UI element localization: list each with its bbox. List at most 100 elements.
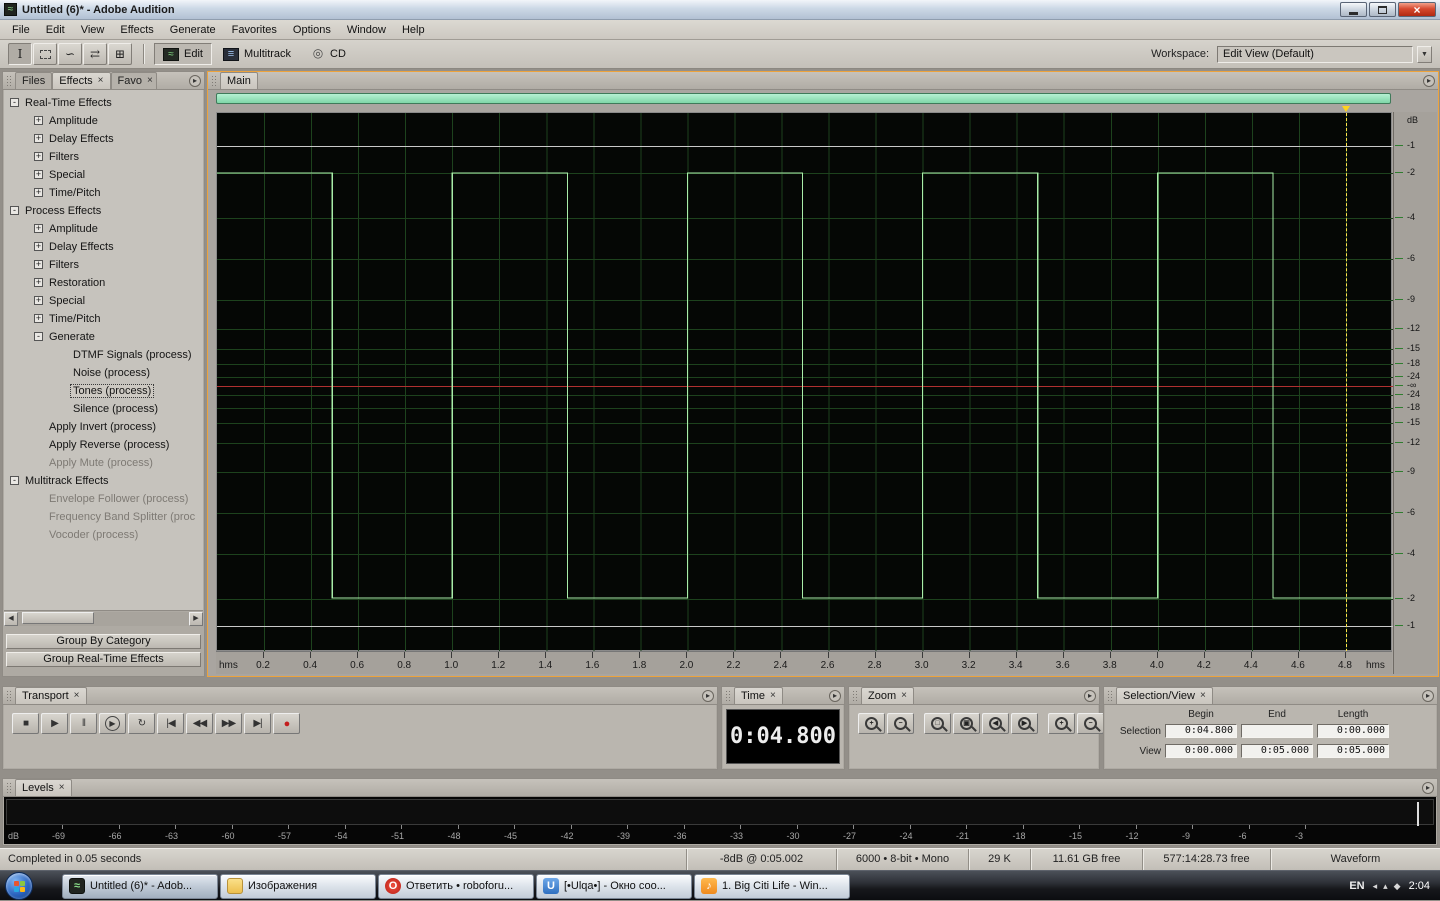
menu-item-generate[interactable]: Generate <box>162 22 224 38</box>
expand-icon[interactable]: + <box>34 188 43 197</box>
selection-length-field[interactable]: 0:00.000 <box>1317 724 1389 738</box>
tree-item[interactable]: Noise (process) <box>4 364 203 382</box>
close-tab-icon[interactable]: × <box>147 76 153 86</box>
waveform-display[interactable] <box>216 112 1392 651</box>
horizontal-zoom-bar[interactable] <box>216 93 1391 104</box>
tree-item[interactable]: Envelope Follower (process) <box>4 490 203 508</box>
collapse-icon[interactable]: - <box>10 98 19 107</box>
zoom-out-vertical-button[interactable]: − <box>1077 713 1104 734</box>
expand-icon[interactable]: + <box>34 134 43 143</box>
expand-icon[interactable]: + <box>34 314 43 323</box>
expand-icon[interactable]: + <box>34 242 43 251</box>
close-panel-icon[interactable]: × <box>59 783 65 793</box>
menu-item-window[interactable]: Window <box>339 22 394 38</box>
tree-item[interactable]: Tones (process) <box>4 382 203 400</box>
group-by-category-button[interactable]: Group By Category <box>6 634 201 649</box>
db-ruler[interactable]: dB-1-2-4-6-9-12-15-18-24-∞-24-18-15-12-9… <box>1393 112 1437 674</box>
lasso-selection-tool[interactable]: ∽ <box>58 43 82 65</box>
selection-begin-field[interactable]: 0:04.800 <box>1165 724 1237 738</box>
zoom-in-horizontal-button[interactable]: + <box>858 713 885 734</box>
start-button[interactable] <box>5 872 33 900</box>
marquee-selection-tool[interactable] <box>33 43 57 65</box>
expand-icon[interactable]: + <box>34 260 43 269</box>
view-length-field[interactable]: 0:05.000 <box>1317 744 1389 758</box>
tree-item[interactable]: Frequency Band Splitter (proc <box>4 508 203 526</box>
tree-item[interactable]: +Special <box>4 166 203 184</box>
play-button[interactable]: ▶ <box>41 713 68 734</box>
selection-end-field[interactable] <box>1241 724 1313 738</box>
tree-item[interactable]: +Filters <box>4 256 203 274</box>
tab-effects[interactable]: Effects× <box>52 72 110 89</box>
go-to-beginning-button[interactable]: |◀ <box>157 713 184 734</box>
tree-item[interactable]: Apply Mute (process) <box>4 454 203 472</box>
zoom-full-button[interactable]: □ <box>924 713 951 734</box>
play-from-cursor-button[interactable]: ▶ <box>99 713 126 734</box>
taskbar-button[interactable]: Изображения <box>220 874 376 899</box>
stop-button[interactable]: ■ <box>12 713 39 734</box>
collapse-icon[interactable]: - <box>10 476 19 485</box>
panel-grip[interactable] <box>1107 690 1114 702</box>
taskbar-button[interactable]: U[•Ulqa•] - Окно соо... <box>536 874 692 899</box>
panel-menu-button[interactable]: ▸ <box>1422 690 1434 702</box>
taskbar-button[interactable]: OОтветить • roboforu... <box>378 874 534 899</box>
group-real-time-effects-button[interactable]: Group Real-Time Effects <box>6 652 201 667</box>
tree-item[interactable]: +Time/Pitch <box>4 310 203 328</box>
collapse-icon[interactable]: - <box>10 206 19 215</box>
panel-menu-button[interactable]: ▸ <box>1422 782 1434 794</box>
workspace-dropdown[interactable]: Edit View (Default) <box>1217 46 1413 63</box>
tree-item[interactable]: -Multitrack Effects <box>4 472 203 490</box>
tree-item[interactable]: +Delay Effects <box>4 238 203 256</box>
maximize-button[interactable] <box>1369 2 1396 17</box>
expand-icon[interactable]: + <box>34 152 43 161</box>
close-panel-icon[interactable]: × <box>74 691 80 701</box>
pause-button[interactable]: ‖ <box>70 713 97 734</box>
fast-forward-button[interactable]: ▶▶ <box>215 713 242 734</box>
panel-grip[interactable] <box>852 690 859 702</box>
tab-main[interactable]: Main <box>220 72 258 89</box>
panel-menu-button[interactable]: ▸ <box>702 690 714 702</box>
menu-item-options[interactable]: Options <box>285 22 339 38</box>
tree-item[interactable]: +Amplitude <box>4 112 203 130</box>
go-to-end-button[interactable]: ▶| <box>244 713 271 734</box>
tree-item[interactable]: +Time/Pitch <box>4 184 203 202</box>
expand-icon[interactable]: + <box>34 116 43 125</box>
tree-horizontal-scrollbar[interactable]: ◀ ▶ <box>4 612 203 626</box>
tab-files[interactable]: Files <box>15 72 52 89</box>
panel-menu-button[interactable]: ▸ <box>829 690 841 702</box>
scrub-tool[interactable]: ⇄ <box>83 43 107 65</box>
levels-tab[interactable]: Levels× <box>15 779 72 796</box>
hybrid-tool[interactable]: ⊞ <box>108 43 132 65</box>
tree-item[interactable]: -Process Effects <box>4 202 203 220</box>
minimize-button[interactable] <box>1340 2 1367 17</box>
tree-item[interactable]: +Special <box>4 292 203 310</box>
zoom-in-right-selection-button[interactable]: ▶ <box>1011 713 1038 734</box>
scroll-left-button[interactable]: ◀ <box>4 612 18 626</box>
tree-item[interactable]: -Generate <box>4 328 203 346</box>
multitrack-view-button[interactable]: ≡Multitrack <box>214 43 300 65</box>
close-panel-icon[interactable]: × <box>770 691 776 701</box>
transport-tab[interactable]: Transport× <box>15 687 87 704</box>
window-titlebar[interactable]: ≈ Untitled (6)* - Adobe Audition × <box>0 0 1440 20</box>
expand-icon[interactable]: + <box>34 224 43 233</box>
zoom-in-vertical-button[interactable]: + <box>1048 713 1075 734</box>
language-indicator[interactable]: EN <box>1349 880 1364 892</box>
panel-grip[interactable] <box>6 75 13 87</box>
expand-icon[interactable]: + <box>34 278 43 287</box>
scroll-track[interactable] <box>18 612 189 626</box>
edit-view-button[interactable]: ≈Edit <box>154 43 212 65</box>
rewind-button[interactable]: ◀◀ <box>186 713 213 734</box>
play-looped-button[interactable]: ↻ <box>128 713 155 734</box>
zoom-to-selection-button[interactable]: ▣ <box>953 713 980 734</box>
menu-item-effects[interactable]: Effects <box>112 22 161 38</box>
tree-item[interactable]: Apply Reverse (process) <box>4 436 203 454</box>
tray-icon[interactable]: ◂ <box>1373 881 1378 892</box>
close-panel-icon[interactable]: × <box>1200 691 1206 701</box>
panel-grip[interactable] <box>6 782 13 794</box>
expand-icon[interactable]: + <box>34 170 43 179</box>
expand-icon[interactable]: + <box>34 296 43 305</box>
menu-item-file[interactable]: File <box>4 22 38 38</box>
panel-menu-button[interactable]: ▸ <box>189 75 201 87</box>
close-panel-icon[interactable]: × <box>901 691 907 701</box>
close-tab-icon[interactable]: × <box>98 76 104 86</box>
taskbar-button[interactable]: ♪1. Big Citi Life - Win... <box>694 874 850 899</box>
